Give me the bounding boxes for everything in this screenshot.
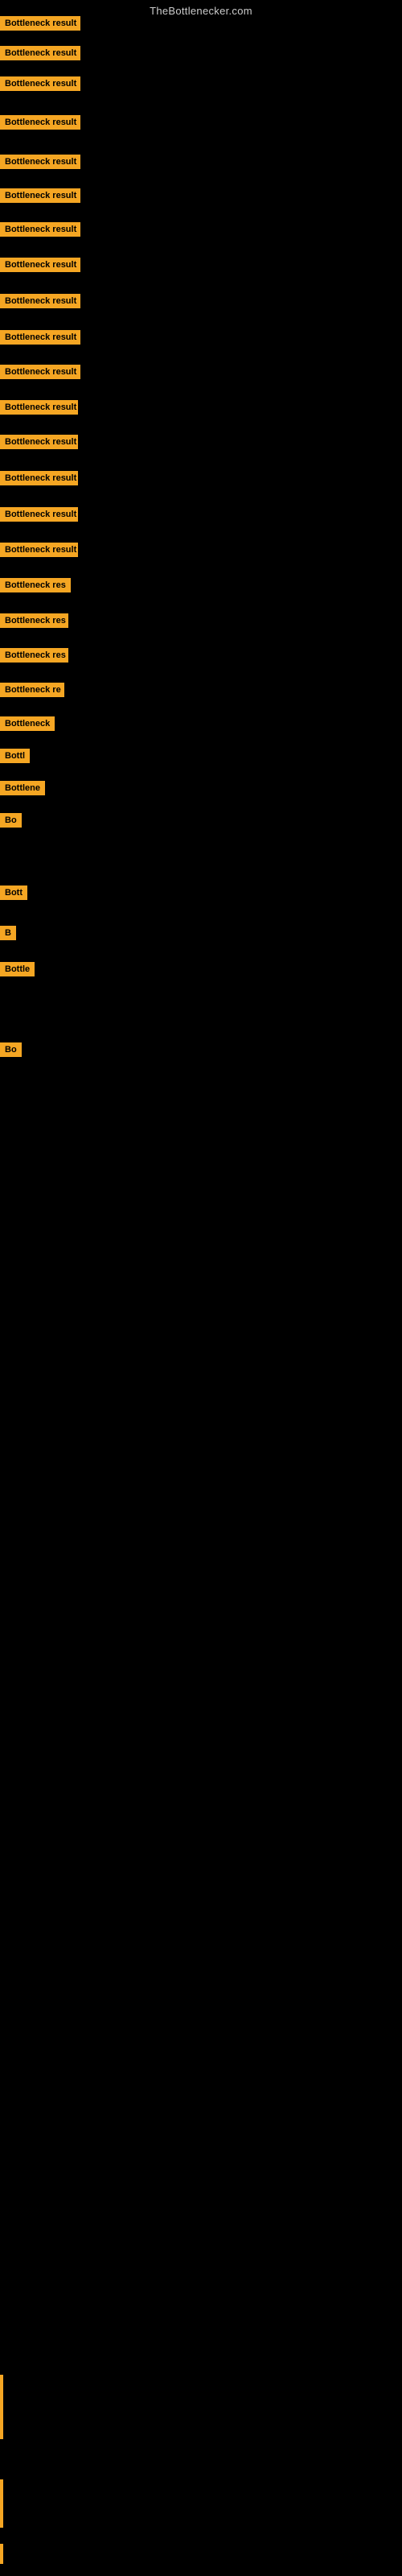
- bottleneck-badge-15: Bottleneck result: [0, 507, 78, 522]
- bottleneck-badge-8: Bottleneck result: [0, 258, 80, 272]
- bottleneck-badge-9: Bottleneck result: [0, 294, 80, 308]
- bottleneck-badge-4: Bottleneck result: [0, 115, 80, 130]
- bottom-bar-1: [0, 2375, 3, 2439]
- bottleneck-badge-2: Bottleneck result: [0, 46, 80, 60]
- bottleneck-badge-18: Bottleneck res: [0, 613, 68, 628]
- bottleneck-badge-23: Bottlene: [0, 781, 45, 795]
- bottleneck-badge-30: Bo: [0, 1042, 22, 1057]
- bottom-bar-3: [0, 2544, 3, 2564]
- bottleneck-badge-3: Bottleneck result: [0, 76, 80, 91]
- bottleneck-badge-21: Bottleneck: [0, 716, 55, 731]
- bottleneck-badge-16: Bottleneck result: [0, 543, 78, 557]
- bottleneck-badge-26: Bott: [0, 886, 27, 900]
- bottleneck-badge-6: Bottleneck result: [0, 188, 80, 203]
- bottleneck-badge-13: Bottleneck result: [0, 435, 78, 449]
- bottleneck-badge-12: Bottleneck result: [0, 400, 78, 415]
- bottleneck-badge-24: Bo: [0, 813, 22, 828]
- bottleneck-badge-1: Bottleneck result: [0, 16, 80, 31]
- bottleneck-badge-10: Bottleneck result: [0, 330, 80, 345]
- bottleneck-badge-28: Bottle: [0, 962, 35, 976]
- bottleneck-badge-11: Bottleneck result: [0, 365, 80, 379]
- bottleneck-badge-14: Bottleneck result: [0, 471, 78, 485]
- bottleneck-badge-7: Bottleneck result: [0, 222, 80, 237]
- bottleneck-badge-22: Bottl: [0, 749, 30, 763]
- bottleneck-badge-19: Bottleneck res: [0, 648, 68, 663]
- bottleneck-badge-5: Bottleneck result: [0, 155, 80, 169]
- bottleneck-badge-27: B: [0, 926, 16, 940]
- bottleneck-badge-20: Bottleneck re: [0, 683, 64, 697]
- bottom-bar-2: [0, 2479, 3, 2528]
- bottleneck-badge-17: Bottleneck res: [0, 578, 71, 592]
